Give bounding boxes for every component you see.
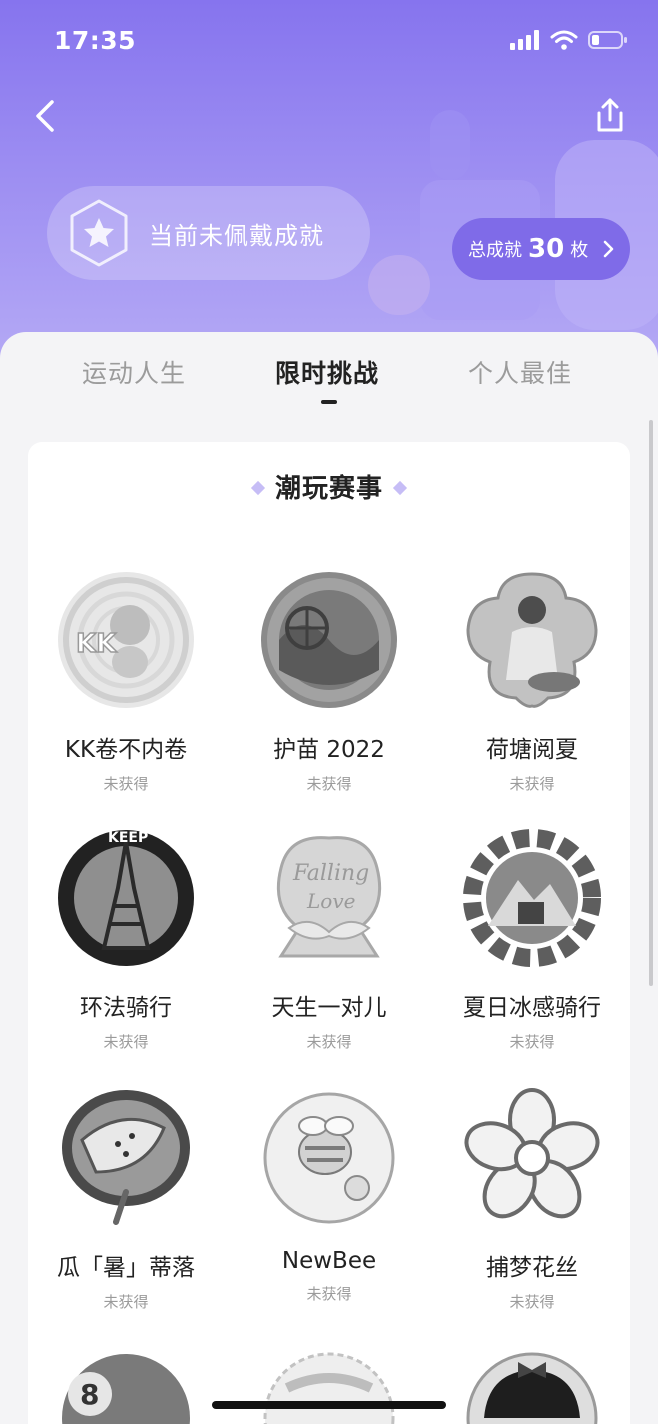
badge-status: 未获得	[306, 1285, 352, 1303]
badge-status: 未获得	[509, 775, 555, 793]
badge-name: 天生一对儿	[271, 995, 387, 1021]
badge-item[interactable]: 瓜「暑」蒂落 未获得	[26, 1088, 226, 1312]
scrollbar[interactable]	[649, 420, 653, 986]
eiffel-tower-medal-icon: KEEP	[58, 830, 194, 966]
youth-sports-medal-icon	[261, 572, 397, 708]
current-badge-text: 当前未佩戴成就	[149, 221, 324, 250]
section-title-text: 潮玩赛事	[274, 474, 383, 504]
flower-medal-icon	[464, 1088, 600, 1219]
badge-name: KK卷不内卷	[64, 737, 188, 763]
badge-item[interactable]: 捕梦花丝 未获得	[432, 1088, 632, 1312]
badge-item[interactable]: KEEP 环法骑行 未获得	[26, 828, 226, 1052]
gear-mountain-medal-icon	[463, 829, 601, 967]
status-icons	[510, 30, 628, 50]
badge-item[interactable]: NewBee 未获得	[229, 1088, 429, 1304]
wifi-icon	[550, 30, 578, 50]
badge-status: 未获得	[103, 1293, 149, 1311]
status-time: 17:35	[54, 26, 137, 55]
chevron-right-icon	[603, 240, 614, 258]
badge-status: 未获得	[509, 1033, 555, 1051]
app-root: 17:35 当前未佩戴成就 总成就 30 枚 运动人生 限时挑战 个人最佳 潮玩…	[0, 0, 658, 1424]
badge-status: 未获得	[103, 775, 149, 793]
happy-medal-icon	[263, 1352, 395, 1424]
badge-status: 未获得	[103, 1033, 149, 1051]
badge-name: 捕梦花丝	[486, 1255, 578, 1281]
badge-name: NewBee	[281, 1248, 377, 1274]
diamond-right-icon	[392, 480, 408, 495]
tab-personal-best[interactable]: 个人最佳	[468, 354, 572, 390]
badge-item[interactable]: 荷塘阅夏 未获得	[432, 570, 632, 794]
badge-name: 护苗 2022	[273, 737, 385, 763]
kk-medal-icon: KK	[58, 572, 194, 708]
svg-text:Love: Love	[306, 889, 355, 913]
total-label: 总成就	[468, 240, 522, 261]
home-indicator	[212, 1401, 446, 1409]
signal-icon	[510, 30, 539, 50]
star-hexagon-icon	[70, 199, 128, 267]
svg-text:Falling: Falling	[292, 861, 369, 886]
content-sheet: 运动人生 限时挑战 个人最佳 潮玩赛事 KK KK卷不内卷 未获得 护苗 202…	[0, 332, 658, 1424]
lotus-lady-medal-icon	[466, 572, 598, 708]
share-icon[interactable]	[590, 96, 630, 136]
svg-text:KK: KK	[76, 629, 117, 659]
badge-item[interactable]	[229, 1348, 429, 1424]
badge-name: 环法骑行	[80, 995, 172, 1021]
diamond-left-icon	[250, 480, 266, 495]
badge-item[interactable]: 8	[26, 1348, 226, 1424]
tab-sports-life[interactable]: 运动人生	[82, 354, 186, 390]
badge-name: 荷塘阅夏	[486, 737, 578, 763]
badge-status: 未获得	[509, 1293, 555, 1311]
bee-medal-icon	[263, 1092, 395, 1224]
status-bar: 17:35	[0, 0, 658, 84]
badge-item[interactable]: KK KK卷不内卷 未获得	[26, 570, 226, 794]
current-badge-pill[interactable]: 当前未佩戴成就	[47, 186, 370, 280]
billiard-medal-icon: 8	[62, 1354, 190, 1424]
section-title: 潮玩赛事	[28, 468, 630, 505]
badge-name: 夏日冰感骑行	[463, 995, 601, 1021]
total-achievements-button[interactable]: 总成就 30 枚	[452, 218, 630, 280]
battery-icon	[588, 31, 627, 49]
girl-face-medal-icon	[466, 1352, 598, 1424]
badge-item[interactable]: 护苗 2022 未获得	[229, 570, 429, 794]
watermelon-fan-medal-icon	[62, 1090, 190, 1225]
svg-text:8: 8	[80, 1378, 99, 1411]
badge-name: 瓜「暑」蒂落	[57, 1255, 195, 1281]
total-unit: 枚	[570, 240, 589, 261]
svg-text:KEEP: KEEP	[108, 830, 148, 846]
active-tab-indicator	[321, 400, 337, 404]
total-count: 30	[528, 234, 565, 264]
tab-bar: 运动人生 限时挑战 个人最佳	[0, 332, 658, 420]
badge-item[interactable]	[432, 1348, 632, 1424]
badge-status: 未获得	[306, 1033, 352, 1051]
badge-item[interactable]: Falling Love 天生一对儿 未获得	[229, 828, 429, 1052]
falling-in-love-medal-icon: Falling Love	[276, 836, 382, 958]
badge-section-card: 潮玩赛事 KK KK卷不内卷 未获得 护苗 2022 未获得 荷塘阅夏 未获得 …	[28, 442, 630, 1424]
badge-item[interactable]: 夏日冰感骑行 未获得	[432, 828, 632, 1052]
tab-limited-challenge[interactable]: 限时挑战	[275, 354, 379, 390]
header-banner: 17:35 当前未佩戴成就 总成就 30 枚	[0, 0, 658, 370]
badge-status: 未获得	[306, 775, 352, 793]
back-arrow-icon[interactable]	[28, 96, 68, 136]
